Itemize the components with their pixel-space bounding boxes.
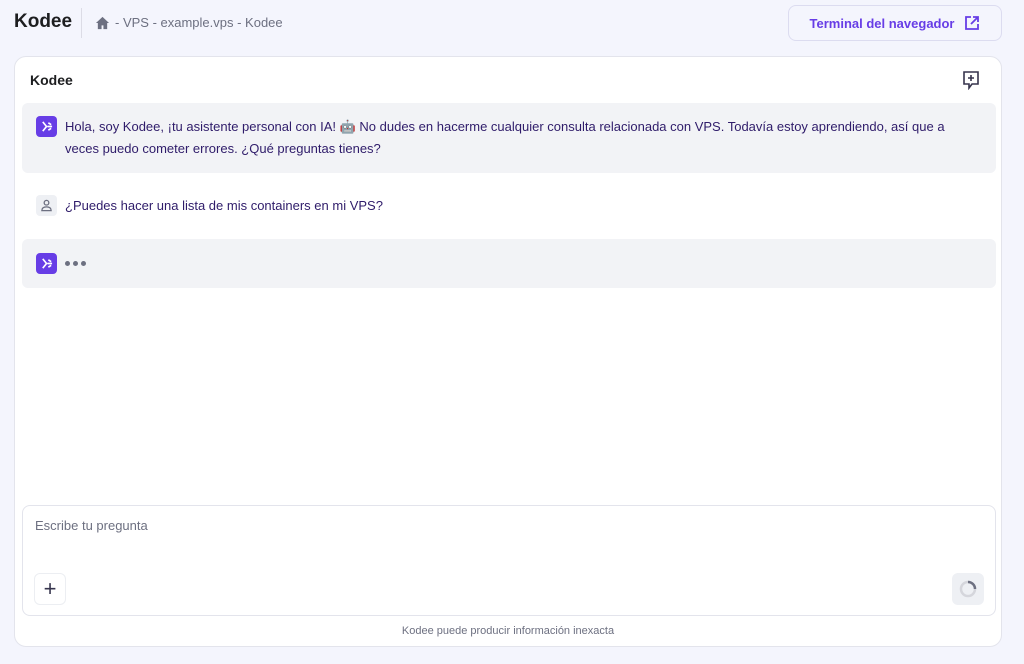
bot-typing-message xyxy=(22,239,996,288)
user-message-text: ¿Puedes hacer una lista de mis container… xyxy=(65,198,383,213)
send-button[interactable] xyxy=(952,573,984,605)
breadcrumb: - VPS - example.vps - Kodee xyxy=(95,15,283,30)
loading-spinner-icon xyxy=(959,580,977,598)
plus-icon: + xyxy=(43,576,57,601)
add-attachment-button[interactable]: + xyxy=(34,573,66,605)
new-chat-icon[interactable] xyxy=(961,70,981,90)
user-icon xyxy=(36,195,57,216)
external-link-icon xyxy=(965,16,980,30)
kodee-avatar xyxy=(36,253,57,274)
chat-title: Kodee xyxy=(30,72,73,88)
chat-panel: Kodee Hola, soy Kodee, ¡tu asistente per… xyxy=(14,56,1002,647)
home-icon[interactable] xyxy=(95,16,110,30)
user-message: ¿Puedes hacer una lista de mis container… xyxy=(22,195,996,217)
browser-terminal-button[interactable]: Terminal del navegador xyxy=(788,5,1002,41)
question-placeholder: Escribe tu pregunta xyxy=(35,518,148,533)
kodee-avatar xyxy=(36,116,57,137)
bot-message-text: Hola, soy Kodee, ¡tu asistente personal … xyxy=(65,119,945,156)
browser-terminal-label: Terminal del navegador xyxy=(809,15,955,31)
breadcrumb-path: - VPS - example.vps - Kodee xyxy=(115,15,283,30)
bot-message: Hola, soy Kodee, ¡tu asistente personal … xyxy=(22,103,996,173)
disclaimer: Kodee puede producir información inexact… xyxy=(401,625,615,637)
question-input[interactable]: Escribe tu pregunta + xyxy=(22,505,996,616)
typing-indicator xyxy=(65,261,86,266)
page-title: Kodee xyxy=(14,11,73,32)
divider xyxy=(81,8,82,38)
